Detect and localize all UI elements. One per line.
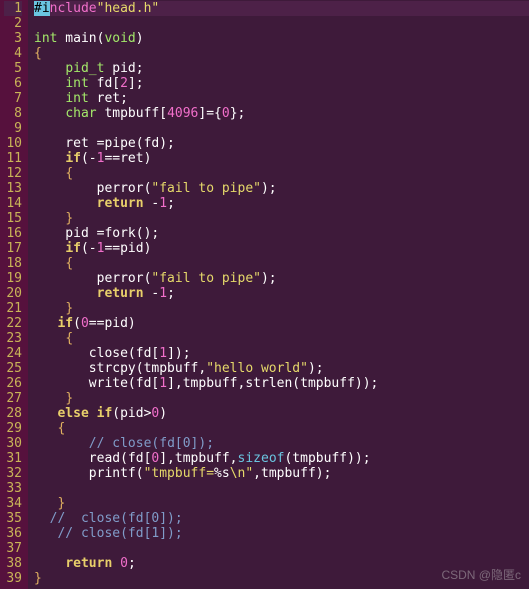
line-number: 2 <box>4 16 22 31</box>
code-line[interactable]: } <box>34 496 529 511</box>
line-number: 14 <box>4 196 22 211</box>
code-line[interactable]: int ret; <box>34 91 529 106</box>
code-line[interactable]: strcpy(tmpbuff,"hello world"); <box>34 361 529 376</box>
line-number: 13 <box>4 181 22 196</box>
line-number: 15 <box>4 211 22 226</box>
line-number: 9 <box>4 121 22 136</box>
line-number: 22 <box>4 316 22 331</box>
line-number: 19 <box>4 271 22 286</box>
code-line[interactable] <box>34 16 529 31</box>
code-line[interactable] <box>34 121 529 136</box>
code-line[interactable]: } <box>34 391 529 406</box>
code-line[interactable]: ret =pipe(fd); <box>34 136 529 151</box>
line-number: 10 <box>4 136 22 151</box>
line-number: 1 <box>4 1 22 16</box>
code-line[interactable]: perror("fail to pipe"); <box>34 271 529 286</box>
line-number: 36 <box>4 526 22 541</box>
line-number: 23 <box>4 331 22 346</box>
line-number-gutter: 1234567891011121314151617181920212223242… <box>0 0 28 589</box>
code-line[interactable]: { <box>34 256 529 271</box>
line-number: 7 <box>4 91 22 106</box>
line-number: 20 <box>4 286 22 301</box>
line-number: 32 <box>4 466 22 481</box>
line-number: 25 <box>4 361 22 376</box>
line-number: 6 <box>4 76 22 91</box>
code-line[interactable]: // close(fd[0]); <box>34 511 529 526</box>
line-number: 18 <box>4 256 22 271</box>
line-number: 11 <box>4 151 22 166</box>
line-number: 4 <box>4 46 22 61</box>
line-number: 34 <box>4 496 22 511</box>
line-number: 35 <box>4 511 22 526</box>
line-number: 30 <box>4 436 22 451</box>
line-number: 17 <box>4 241 22 256</box>
line-number: 12 <box>4 166 22 181</box>
line-number: 33 <box>4 481 22 496</box>
line-number: 39 <box>4 571 22 586</box>
line-number: 24 <box>4 346 22 361</box>
code-editor[interactable]: 1234567891011121314151617181920212223242… <box>0 0 529 589</box>
code-line[interactable] <box>34 481 529 496</box>
code-line[interactable]: int fd[2]; <box>34 76 529 91</box>
line-number: 31 <box>4 451 22 466</box>
code-line[interactable]: { <box>34 166 529 181</box>
line-number: 38 <box>4 556 22 571</box>
code-line[interactable]: } <box>34 301 529 316</box>
code-line[interactable]: // close(fd[0]); <box>34 436 529 451</box>
code-line[interactable] <box>34 541 529 556</box>
code-line[interactable]: { <box>34 421 529 436</box>
line-number: 37 <box>4 541 22 556</box>
code-line[interactable]: #include"head.h" <box>34 1 529 16</box>
code-line[interactable]: if(0==pid) <box>34 316 529 331</box>
line-number: 26 <box>4 376 22 391</box>
code-line[interactable]: write(fd[1],tmpbuff,strlen(tmpbuff)); <box>34 376 529 391</box>
code-line[interactable]: { <box>34 331 529 346</box>
code-line[interactable]: perror("fail to pipe"); <box>34 181 529 196</box>
code-content[interactable]: #include"head.h"int main(void){ pid_t pi… <box>28 0 529 589</box>
code-line[interactable]: { <box>34 46 529 61</box>
code-line[interactable]: printf("tmpbuff=%s\n",tmpbuff); <box>34 466 529 481</box>
watermark-text: CSDN @隐匿c <box>441 566 521 583</box>
code-line[interactable]: read(fd[0],tmpbuff,sizeof(tmpbuff)); <box>34 451 529 466</box>
line-number: 28 <box>4 406 22 421</box>
code-line[interactable]: pid_t pid; <box>34 61 529 76</box>
line-number: 5 <box>4 61 22 76</box>
code-line[interactable]: if(-1==ret) <box>34 151 529 166</box>
line-number: 8 <box>4 106 22 121</box>
code-line[interactable]: int main(void) <box>34 31 529 46</box>
line-number: 27 <box>4 391 22 406</box>
code-line[interactable]: close(fd[1]); <box>34 346 529 361</box>
code-line[interactable]: else if(pid>0) <box>34 406 529 421</box>
code-line[interactable]: // close(fd[1]); <box>34 526 529 541</box>
code-line[interactable]: return -1; <box>34 196 529 211</box>
line-number: 3 <box>4 31 22 46</box>
code-line[interactable]: } <box>34 211 529 226</box>
code-line[interactable]: char tmpbuff[4096]={0}; <box>34 106 529 121</box>
line-number: 29 <box>4 421 22 436</box>
line-number: 21 <box>4 301 22 316</box>
line-number: 16 <box>4 226 22 241</box>
code-line[interactable]: if(-1==pid) <box>34 241 529 256</box>
code-line[interactable]: return -1; <box>34 286 529 301</box>
code-line[interactable]: pid =fork(); <box>34 226 529 241</box>
